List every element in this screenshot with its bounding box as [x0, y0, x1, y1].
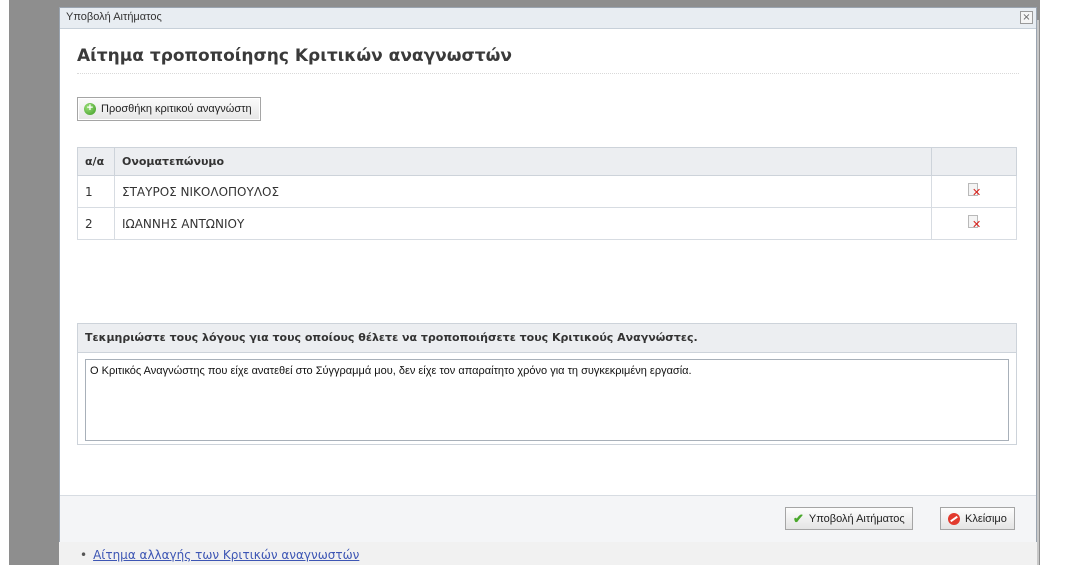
delete-icon[interactable]: ✕ [967, 183, 981, 198]
row-name: ΙΩΑΝΝΗΣ ΑΝΤΩΝΙΟΥ [114, 207, 932, 240]
page-margin-right [1040, 0, 1078, 565]
page-margin-left [0, 0, 9, 565]
dialog-footer: ✔ Υποβολή Αιτήματος Κλείσιμο [60, 495, 1036, 542]
background-request-link[interactable]: Αίτημα αλλαγής των Κριτικών αναγνωστών [93, 548, 359, 562]
row-actions: ✕ [931, 207, 1017, 240]
column-header-index: α/α [77, 147, 115, 176]
reason-panel: Τεκμηριώστε τους λόγους για τους οποίους… [77, 323, 1017, 445]
table-row: 1 ΣΤΑΥΡΟΣ ΝΙΚΟΛΟΠΟΥΛΟΣ ✕ [77, 175, 1017, 208]
table-header-row: α/α Ονοματεπώνυμο [77, 147, 1017, 176]
add-reader-label: Προσθήκη κριτικού αναγνώστη [101, 103, 252, 115]
row-actions: ✕ [931, 175, 1017, 208]
row-index: 2 [77, 207, 115, 240]
checkmark-icon: ✔ [793, 511, 804, 526]
reason-label: Τεκμηριώστε τους λόγους για τους οποίους… [78, 324, 1016, 353]
submit-request-label: Υποβολή Αιτήματος [808, 512, 905, 525]
row-name: ΣΤΑΥΡΟΣ ΝΙΚΟΛΟΠΟΥΛΟΣ [114, 175, 932, 208]
row-index: 1 [77, 175, 115, 208]
submit-request-dialog: Υποβολή Αιτήματος × Αίτημα τροποποίησης … [59, 7, 1037, 542]
readers-table: α/α Ονοματεπώνυμο 1 ΣΤΑΥΡΟΣ ΝΙΚΟΛΟΠΟΥΛΟΣ… [77, 147, 1017, 240]
column-header-actions [931, 147, 1017, 176]
add-reader-button[interactable]: + Προσθήκη κριτικού αναγνώστη [77, 97, 261, 121]
background-link-item: • Αίτημα αλλαγής των Κριτικών αναγνωστών [80, 548, 359, 562]
stop-icon [948, 512, 960, 525]
close-icon[interactable]: × [1020, 11, 1033, 24]
submit-request-button[interactable]: ✔ Υποβολή Αιτήματος [785, 507, 913, 530]
close-button[interactable]: Κλείσιμο [940, 507, 1015, 530]
delete-icon[interactable]: ✕ [967, 215, 981, 230]
table-row: 2 ΙΩΑΝΝΗΣ ΑΝΤΩΝΙΟΥ ✕ [77, 207, 1017, 240]
page-title: Αίτημα τροποποίησης Κριτικών αναγνωστών [77, 46, 1019, 74]
dialog-titlebar[interactable]: Υποβολή Αιτήματος × [60, 8, 1036, 29]
plus-circle-icon: + [84, 103, 96, 115]
close-label: Κλείσιμο [965, 512, 1007, 525]
bullet-icon: • [80, 548, 88, 562]
reason-textarea[interactable]: Ο Κριτικός Αναγνώστης που είχε ανατεθεί … [85, 359, 1009, 441]
dialog-title: Υποβολή Αιτήματος [66, 11, 162, 23]
column-header-name: Ονοματεπώνυμο [114, 147, 932, 176]
